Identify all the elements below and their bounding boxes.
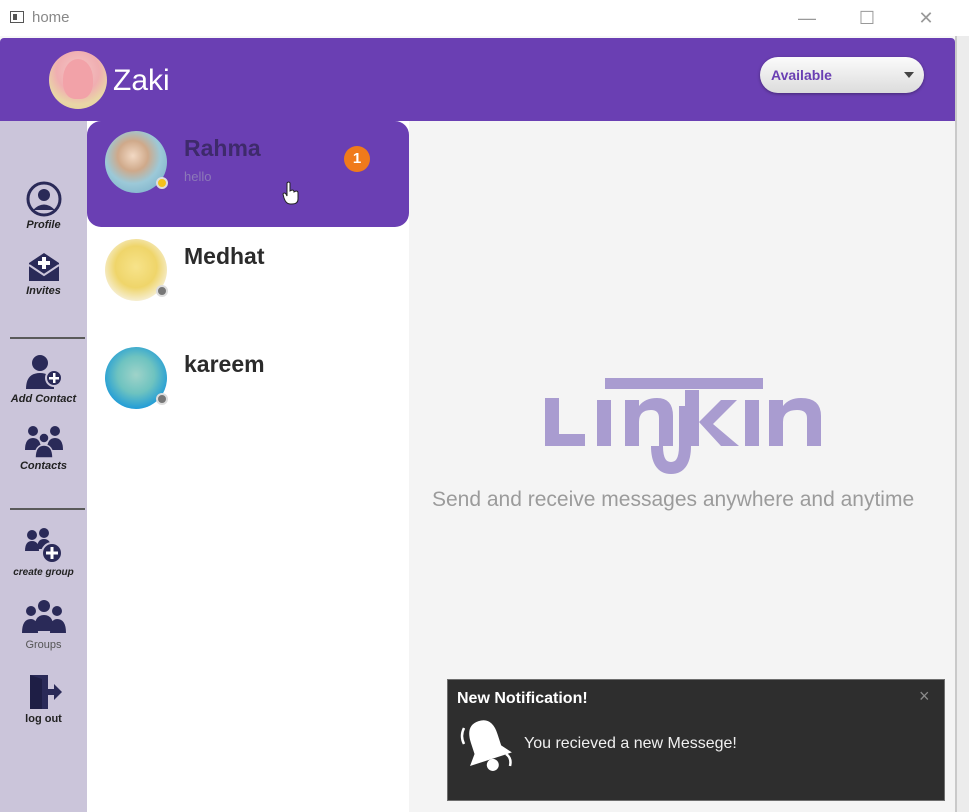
users-icon	[24, 426, 63, 458]
window-edge	[955, 36, 969, 812]
contact-item-rahma[interactable]: Rahma hello 1	[87, 121, 409, 227]
user-avatar[interactable]	[49, 51, 107, 109]
sidebar-item-contacts[interactable]: Contacts	[0, 424, 87, 472]
sidebar-item-profile[interactable]: Profile	[0, 181, 87, 231]
window-title: home	[32, 9, 70, 26]
username-label: Zaki	[113, 64, 170, 97]
user-add-icon	[25, 355, 63, 389]
sidebar-item-label: log out	[25, 713, 62, 725]
window-titlebar: home — ☐ ✕	[0, 0, 969, 36]
sidebar-item-label: Add Contact	[10, 393, 77, 405]
logout-icon	[29, 675, 62, 709]
user-circle-icon	[26, 181, 61, 217]
sidebar-item-add-contact[interactable]: Add Contact	[0, 353, 87, 405]
sidebar-item-groups[interactable]: Groups	[0, 599, 87, 651]
status-dot	[156, 285, 168, 297]
contact-name: Medhat	[184, 243, 265, 269]
contact-last-message: hello	[184, 169, 212, 184]
sidebar-item-label: create group	[13, 567, 74, 578]
sidebar: Profile Invites Add Contact Contacts cre…	[0, 121, 87, 812]
welcome-tagline: Send and receive messages anywhere and a…	[432, 488, 915, 511]
groups-icon	[21, 600, 66, 633]
sidebar-item-label: Groups	[25, 639, 62, 651]
notification-title: New Notification!	[457, 690, 588, 707]
avatar-face-icon	[63, 59, 93, 99]
sidebar-item-logout[interactable]: log out	[0, 673, 87, 725]
group-add-icon	[24, 528, 63, 564]
sidebar-item-label: Contacts	[19, 460, 68, 472]
status-dropdown[interactable]: Available	[760, 57, 924, 93]
status-value: Available	[771, 67, 832, 83]
maximize-button[interactable]: ☐	[844, 4, 890, 32]
linkin-logo	[545, 378, 821, 475]
notification-close-button[interactable]: ×	[919, 686, 930, 707]
sidebar-divider	[10, 508, 85, 510]
sidebar-item-invites[interactable]: Invites	[0, 251, 87, 297]
contact-item-kareem[interactable]: kareem	[87, 337, 409, 443]
hand-cursor-icon	[282, 181, 299, 205]
contact-name: Rahma	[184, 135, 261, 161]
unread-badge: 1	[344, 146, 370, 172]
chevron-down-icon	[904, 72, 914, 78]
minimize-button[interactable]: —	[784, 4, 830, 32]
contact-name: kareem	[184, 351, 265, 377]
envelope-plus-icon	[27, 253, 60, 281]
app-window-icon	[10, 11, 24, 23]
sidebar-item-label: Invites	[26, 285, 61, 297]
sidebar-divider	[10, 337, 85, 339]
sidebar-item-label: Profile	[26, 219, 61, 231]
notification-message: You recieved a new Messege!	[524, 735, 737, 752]
status-dot	[156, 393, 168, 405]
bell-icon	[460, 720, 512, 771]
app-header: Zaki Available	[0, 38, 955, 121]
status-dot	[156, 177, 168, 189]
close-window-button[interactable]: ✕	[903, 4, 949, 32]
notification-toast: New Notification! × You recieved a new M…	[447, 679, 945, 801]
contact-list: Rahma hello 1 Medhat kareem	[87, 121, 409, 812]
sidebar-item-create-group[interactable]: create group	[0, 527, 87, 578]
contact-item-medhat[interactable]: Medhat	[87, 229, 409, 335]
